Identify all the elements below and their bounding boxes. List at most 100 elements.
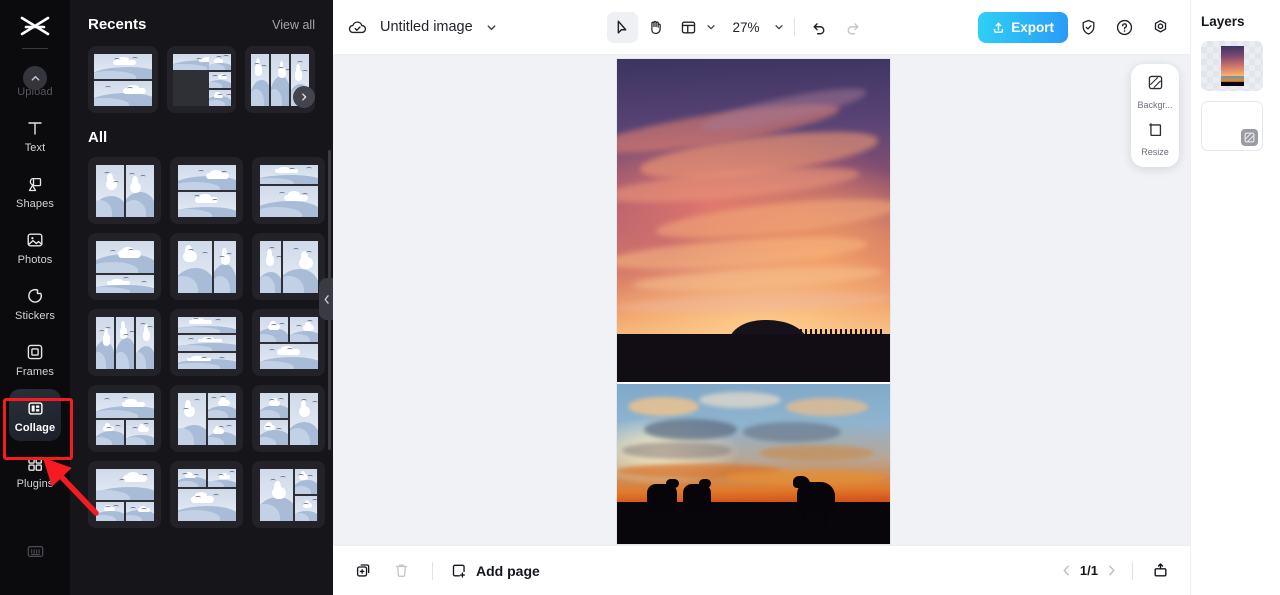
layers-title: Layers [1201,14,1245,29]
background-button[interactable]: Backgr... [1131,73,1179,110]
recents-header: Recents View all [88,0,315,33]
view-all-link[interactable]: View all [272,18,315,32]
top-toolbar: Untitled image 27% Export [333,0,1190,55]
add-page-button[interactable]: Add page [450,562,540,580]
cloud-check-icon [347,17,368,38]
add-page-label: Add page [476,562,540,579]
template-cell [259,419,288,445]
template-cell [259,392,288,418]
cow-leg [802,508,807,526]
zoom-control-group[interactable]: 27% [729,20,785,35]
zoom-level-value[interactable]: 27% [729,20,762,35]
keyboard-shortcuts-button[interactable] [0,523,70,579]
collage-template-thumbnail[interactable] [252,461,325,528]
sidebar-item-text[interactable]: Text [0,107,70,163]
zoom-chevron-down-icon[interactable] [773,21,785,33]
rail-item-list: Upload Text Shapes Photos Stickers Frame… [0,51,70,499]
shield-check-icon[interactable] [1074,12,1104,42]
sidebar-item-label: Photos [17,254,53,266]
delete-page-button[interactable] [387,557,415,585]
help-question-icon[interactable] [1110,12,1140,42]
template-cell [95,419,124,445]
template-preview [259,392,318,445]
layer-thumbnail [1220,46,1244,86]
chevron-down-icon[interactable] [485,21,498,34]
duplicate-page-button[interactable] [349,557,377,585]
collage-template-thumbnail[interactable] [88,157,161,224]
collage-template-thumbnail[interactable] [88,233,161,300]
undo-button[interactable] [804,12,835,43]
sidebar-item-collage[interactable]: Collage [0,387,70,443]
collage-template-thumbnail[interactable] [252,233,325,300]
artboard[interactable] [617,59,890,544]
recents-next-button[interactable] [293,86,315,108]
photos-icon [23,228,47,252]
canvas-image-cattle-silhouette-sunset-photo[interactable] [617,384,890,544]
template-preview [259,316,318,369]
recent-templates-row [88,46,316,113]
sidebar-item-shapes[interactable]: Shapes [0,163,70,219]
document-title[interactable]: Untitled image [380,19,473,35]
layout-grid-icon[interactable] [673,12,704,43]
sidebar-item-label: Text [24,142,46,154]
prev-page-button[interactable] [1059,563,1074,578]
resize-button[interactable]: Resize [1131,120,1179,157]
layout-tool-group[interactable] [673,12,717,43]
template-cell [208,53,231,70]
collage-template-thumbnail[interactable] [252,309,325,376]
layer-item-image-layer[interactable] [1201,41,1263,91]
panel-collapse-handle[interactable] [319,278,333,320]
document-title-group[interactable]: Untitled image [347,17,498,38]
main-editor-area: Untitled image 27% Export Backgr... Resi… [333,0,1190,595]
topbar-right-actions: Export [978,11,1176,43]
collage-template-thumbnail[interactable] [170,233,243,300]
collage-template-thumbnail[interactable] [252,385,325,452]
background-button-label: Backgr... [1137,100,1173,110]
collage-template-thumbnail[interactable] [170,157,243,224]
collage-template-thumbnail[interactable] [88,309,161,376]
layer-item-background-layer[interactable] [1201,101,1263,151]
template-preview [177,468,236,521]
collage-template-thumbnail[interactable] [170,385,243,452]
collage-template-thumbnail[interactable] [170,461,243,528]
template-preview [93,53,152,106]
pager-divider [1132,561,1133,580]
sidebar-item-stickers[interactable]: Stickers [0,275,70,331]
next-page-button[interactable] [1104,563,1119,578]
collage-template-thumbnail[interactable] [88,461,161,528]
template-cell [213,240,236,293]
select-tool-button[interactable] [607,11,639,43]
template-cell [95,274,154,293]
template-cell [95,316,114,369]
collage-template-thumbnail[interactable] [88,46,158,113]
export-button[interactable]: Export [978,11,1068,43]
canvas-viewport[interactable]: Backgr... Resize [333,55,1190,545]
template-cell [125,164,154,217]
template-cell [95,240,154,273]
collage-template-thumbnail[interactable] [170,309,243,376]
sidebar-item-plugins[interactable]: Plugins [0,443,70,499]
collage-icon [23,396,47,420]
background-hatch-icon [1146,73,1165,97]
sidebar-item-photos[interactable]: Photos [0,219,70,275]
canvas-image-sunset-clouds-hill-photo[interactable] [617,59,890,382]
text-icon [23,116,47,140]
template-cell [295,468,318,494]
foreground-land [617,334,890,382]
template-cell [207,392,236,418]
sidebar-item-label: Stickers [15,310,55,322]
shapes-icon [23,172,47,196]
settings-gear-icon[interactable] [1146,12,1176,42]
sidebar-item-frames[interactable]: Frames [0,331,70,387]
collage-template-thumbnail[interactable] [166,46,237,113]
template-cell [208,71,231,88]
cow-head [793,476,811,488]
hand-tool-button[interactable] [640,12,671,43]
canvas-tools: 27% [607,11,868,43]
layout-chevron-down-icon[interactable] [705,21,717,33]
collage-template-thumbnail[interactable] [88,385,161,452]
collage-template-thumbnail[interactable] [252,157,325,224]
present-export-button[interactable] [1146,557,1174,585]
rail-collapse-button[interactable] [23,66,47,90]
redo-button[interactable] [837,12,868,43]
